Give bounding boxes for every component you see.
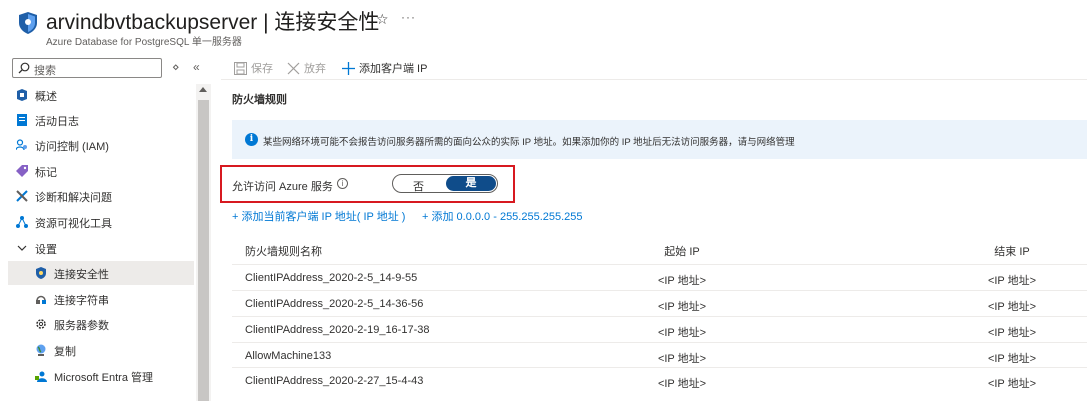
- add-client-ip-button[interactable]: 添加客户端 IP: [342, 60, 427, 76]
- sidebar-item-overview[interactable]: 概述: [8, 83, 194, 107]
- sidebar-item-replication[interactable]: 复制: [8, 338, 194, 362]
- info-banner-text: 某些网络环境可能不会报告访问服务器所需的面向公众的实际 IP 地址。如果添加你的…: [263, 137, 795, 148]
- postgresql-shield-icon: [19, 12, 37, 34]
- end-ip-cell[interactable]: <IP 地址>: [967, 375, 1057, 391]
- search-input[interactable]: 搜索: [12, 58, 162, 78]
- save-icon: [234, 62, 247, 75]
- rule-name-cell[interactable]: AllowMachine133: [245, 350, 331, 362]
- allow-azure-label: 允许访问 Azure 服务: [232, 181, 333, 193]
- close-icon: [287, 62, 300, 75]
- rule-name-cell[interactable]: ClientIPAddress_2020-2-5_14-9-55: [245, 272, 417, 284]
- search-icon: [18, 62, 30, 74]
- toggle-option-no[interactable]: 否: [413, 178, 424, 194]
- sidebar-item-entra-admin[interactable]: Microsoft Entra 管理: [8, 364, 194, 388]
- wrench-icon: [16, 190, 28, 202]
- discard-button[interactable]: 放弃: [287, 60, 326, 76]
- allow-azure-toggle[interactable]: 否 是: [392, 174, 498, 193]
- column-header-start-ip: 起始 IP: [664, 246, 700, 258]
- start-ip-cell[interactable]: <IP 地址>: [632, 350, 732, 366]
- sidebar-item-connection-security[interactable]: 连接安全性: [8, 261, 194, 285]
- page-header: arvindbvtbackupserver | 连接安全性 Azure Data…: [0, 0, 1087, 50]
- sidebar-item-iam[interactable]: 访问控制 (IAM): [8, 133, 194, 157]
- start-ip-cell[interactable]: <IP 地址>: [632, 375, 732, 391]
- globe-icon: [36, 344, 46, 356]
- info-tooltip-icon[interactable]: i: [337, 178, 348, 189]
- rule-name-cell[interactable]: ClientIPAddress_2020-2-19_16-17-38: [245, 324, 429, 336]
- overview-icon: [17, 89, 27, 101]
- rule-name-cell[interactable]: ClientIPAddress_2020-2-5_14-36-56: [245, 298, 423, 310]
- end-ip-cell[interactable]: <IP 地址>: [967, 272, 1057, 288]
- rule-name-cell[interactable]: ClientIPAddress_2020-2-27_15-4-43: [245, 375, 423, 387]
- iam-icon: [16, 139, 27, 151]
- page-subtitle: Azure Database for PostgreSQL 单一服务器: [46, 37, 242, 48]
- scroll-up-icon[interactable]: [199, 87, 207, 92]
- toggle-option-yes[interactable]: 是: [446, 176, 496, 191]
- sidebar-item-resource-visualizer[interactable]: 资源可视化工具: [8, 210, 194, 234]
- sidebar-item-activity-log[interactable]: 活动日志: [8, 108, 194, 132]
- save-button[interactable]: 保存: [234, 60, 273, 76]
- end-ip-cell[interactable]: <IP 地址>: [967, 350, 1057, 366]
- sidebar-item-tags[interactable]: 标记: [8, 159, 194, 183]
- column-header-name: 防火墙规则名称: [245, 246, 322, 258]
- start-ip-cell[interactable]: <IP 地址>: [632, 272, 732, 288]
- sidebar-item-server-parameters[interactable]: 服务器参数: [8, 312, 194, 336]
- table-row[interactable]: ClientIPAddress_2020-2-5_14-9-55 <IP 地址>…: [232, 264, 1087, 290]
- column-header-end-ip: 结束 IP: [994, 246, 1030, 258]
- page-title: arvindbvtbackupserver | 连接安全性: [46, 11, 380, 34]
- more-icon[interactable]: ···: [401, 10, 416, 24]
- table-row[interactable]: ClientIPAddress_2020-2-5_14-36-56 <IP 地址…: [232, 290, 1087, 316]
- search-placeholder: 搜索: [34, 65, 56, 77]
- end-ip-cell[interactable]: <IP 地址>: [967, 324, 1057, 340]
- table-row[interactable]: AllowMachine133 <IP 地址> <IP 地址>: [232, 342, 1087, 368]
- sidebar-item-diagnose[interactable]: 诊断和解决问题: [8, 184, 194, 208]
- collapse-sidebar-button[interactable]: «: [193, 60, 200, 74]
- add-all-ip-range-link[interactable]: + 添加 0.0.0.0 - 255.255.255.255: [422, 208, 583, 224]
- connection-string-icon: [36, 295, 46, 304]
- shield-icon: [36, 267, 46, 279]
- start-ip-cell[interactable]: <IP 地址>: [632, 324, 732, 340]
- scrollbar-thumb[interactable]: [198, 100, 209, 401]
- start-ip-cell[interactable]: <IP 地址>: [632, 298, 732, 314]
- add-current-client-ip-link[interactable]: + 添加当前客户端 IP 地址( IP 地址 ): [232, 208, 405, 224]
- sidebar-item-connection-strings[interactable]: 连接字符串: [8, 287, 194, 311]
- visualizer-icon: [16, 216, 28, 228]
- chevron-down-icon: [17, 245, 27, 251]
- activity-log-icon: [17, 114, 27, 126]
- toolbar-divider: [221, 79, 1087, 80]
- gear-icon: [36, 319, 46, 329]
- sidebar: 搜索 ⋄ « 概述 活动日志 访问控制 (IAM) 标记 诊断和解决问题 资源可…: [0, 53, 212, 401]
- star-icon[interactable]: ☆: [376, 11, 389, 28]
- end-ip-cell[interactable]: <IP 地址>: [967, 298, 1057, 314]
- entra-admin-icon: [35, 371, 47, 382]
- plus-icon: [342, 62, 355, 75]
- table-row[interactable]: ClientIPAddress_2020-2-19_16-17-38 <IP 地…: [232, 316, 1087, 342]
- table-header: 防火墙规则名称 起始 IP 结束 IP: [232, 236, 1087, 262]
- tag-icon: [16, 165, 28, 177]
- sidebar-group-settings[interactable]: 设置: [8, 236, 194, 260]
- info-banner: i 某些网络环境可能不会报告访问服务器所需的面向公众的实际 IP 地址。如果添加…: [232, 120, 1087, 159]
- table-row[interactable]: ClientIPAddress_2020-2-27_15-4-43 <IP 地址…: [232, 367, 1087, 393]
- firewall-section-title: 防火墙规则: [232, 94, 287, 106]
- sidebar-scrollbar[interactable]: [196, 84, 211, 401]
- info-icon: i: [245, 133, 258, 146]
- expand-toggle-icon[interactable]: ⋄: [172, 60, 180, 74]
